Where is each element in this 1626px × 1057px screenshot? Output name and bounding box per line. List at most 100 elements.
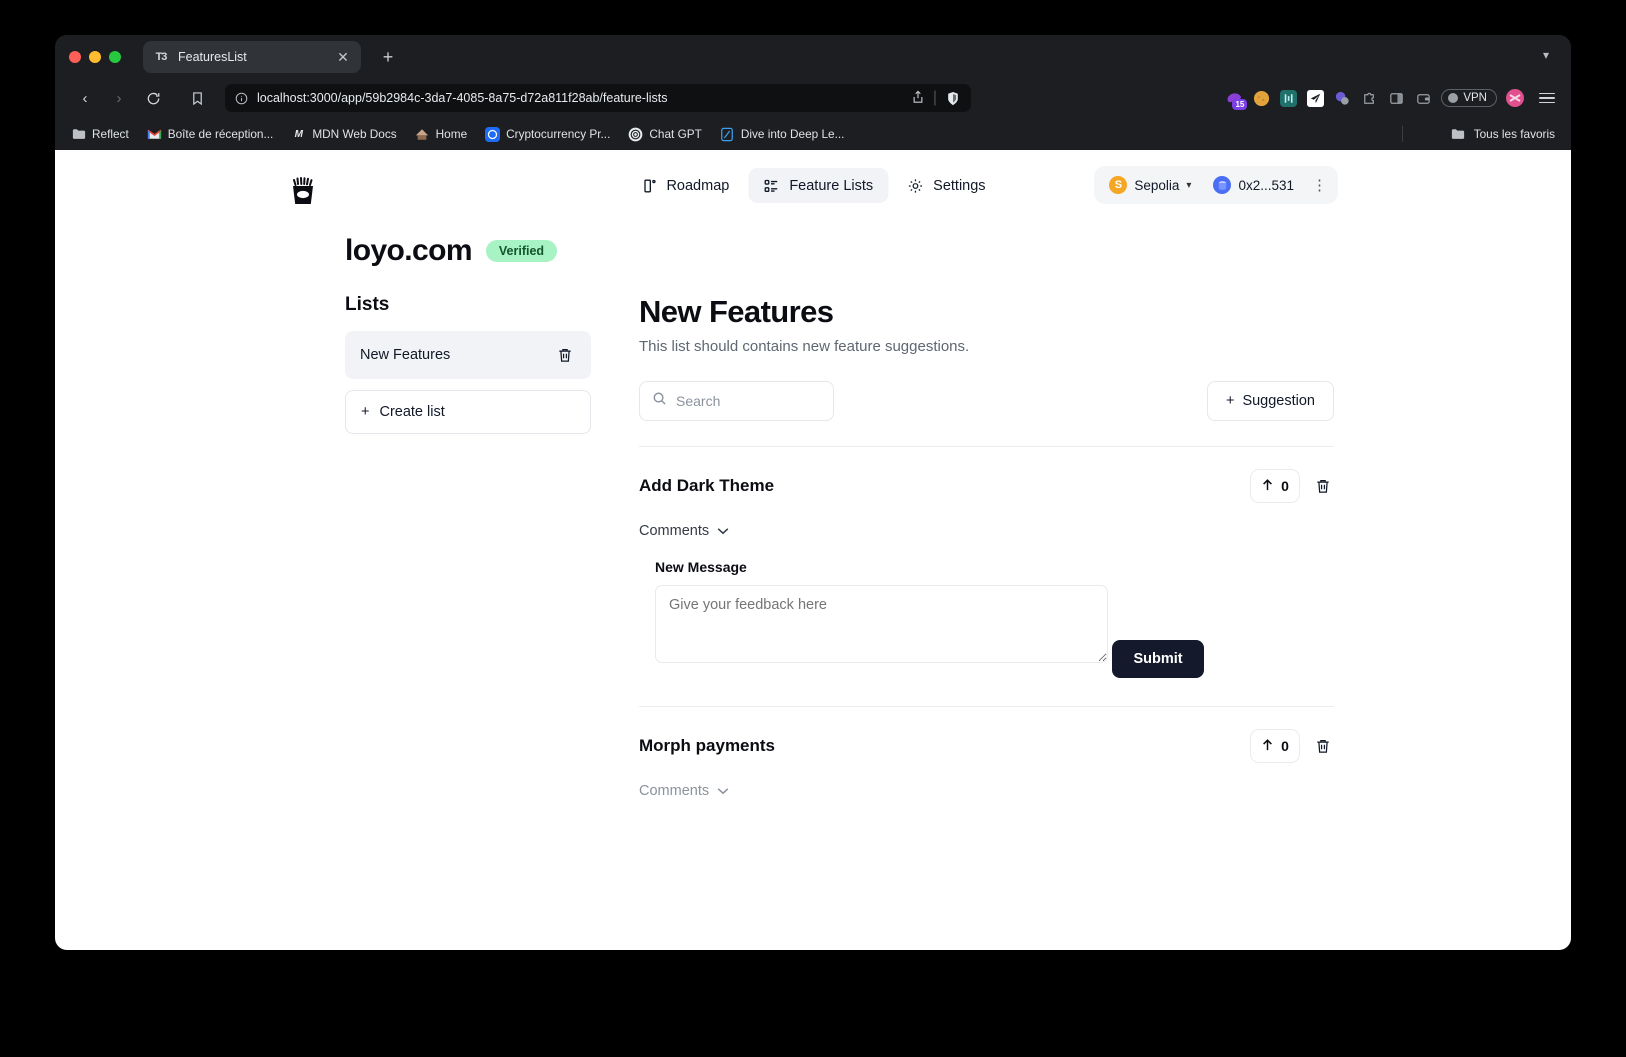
sidebar-item-label: New Features bbox=[360, 347, 451, 363]
vpn-label: VPN bbox=[1463, 92, 1487, 104]
traffic-lights bbox=[69, 50, 121, 63]
list-subtitle: This list should contains new feature su… bbox=[639, 338, 970, 355]
search-input[interactable]: Search bbox=[639, 381, 834, 421]
comments-label: Comments bbox=[639, 523, 710, 539]
submit-button[interactable]: Submit bbox=[1112, 640, 1204, 678]
coinmarketcap-icon bbox=[485, 126, 501, 142]
feature-header: Morph payments 0 bbox=[639, 729, 1334, 763]
app-navbar: Roadmap Feature Lists Settings S Sepolia… bbox=[55, 150, 1571, 212]
phantom-bars-icon[interactable] bbox=[1279, 89, 1297, 107]
all-bookmarks-label: Tous les favoris bbox=[1473, 127, 1555, 141]
chain-selector[interactable]: S Sepolia ▾ bbox=[1100, 171, 1200, 199]
feature-actions: 0 bbox=[1250, 729, 1334, 763]
tab-title: FeaturesList bbox=[178, 49, 247, 64]
back-arrow-icon[interactable]: ‹ bbox=[71, 84, 99, 112]
bookmark-label: MDN Web Docs bbox=[312, 127, 397, 141]
add-suggestion-label: Suggestion bbox=[1242, 393, 1315, 409]
hamburger-menu-icon[interactable] bbox=[1539, 92, 1555, 104]
address-bar[interactable]: localhost:3000/app/59b2984c-3da7-4085-8a… bbox=[225, 84, 971, 112]
wallet-controls: S Sepolia ▾ 0x2...531 ⋮ bbox=[1094, 166, 1338, 204]
new-message-textarea[interactable] bbox=[655, 585, 1108, 663]
bookmark-label: Dive into Deep Le... bbox=[740, 127, 845, 141]
bookmark-item-reflect[interactable]: Reflect bbox=[71, 127, 129, 142]
comments-toggle[interactable]: Comments bbox=[639, 523, 1334, 539]
chevron-down-icon[interactable]: ▾ bbox=[1543, 48, 1549, 62]
share-icon[interactable] bbox=[912, 90, 924, 107]
page-title: loyo.com bbox=[345, 234, 472, 267]
status-badge: Verified bbox=[485, 240, 558, 262]
t3-icon: T3 bbox=[155, 50, 168, 63]
close-window-button[interactable] bbox=[69, 50, 81, 63]
vpn-dot-icon bbox=[1448, 93, 1459, 103]
rabby-wallet-icon[interactable]: 15 bbox=[1225, 89, 1248, 110]
chevron-down-icon bbox=[717, 523, 729, 539]
sidebar-panel-icon[interactable] bbox=[1387, 89, 1405, 107]
d2l-icon bbox=[720, 127, 735, 142]
bookmark-label: Home bbox=[435, 127, 468, 141]
wallet-address-button[interactable]: 0x2...531 bbox=[1204, 171, 1303, 199]
plus-icon: + bbox=[1225, 393, 1235, 409]
upvote-button[interactable]: 0 bbox=[1250, 729, 1300, 763]
forward-arrow-icon[interactable]: › bbox=[105, 84, 133, 112]
minimize-window-button[interactable] bbox=[89, 50, 101, 63]
bookmark-item-d2l[interactable]: Dive into Deep Le... bbox=[720, 127, 845, 142]
bookmark-item-cryptocurrency[interactable]: Cryptocurrency Pr... bbox=[485, 126, 610, 142]
bookmark-item-chatgpt[interactable]: Chat GPT bbox=[628, 127, 702, 142]
chevron-down-icon bbox=[717, 783, 729, 799]
profile-avatar-icon[interactable] bbox=[1506, 89, 1524, 107]
create-list-label: Create list bbox=[379, 404, 445, 420]
telegram-send-icon[interactable] bbox=[1306, 89, 1324, 107]
home-icon bbox=[415, 127, 430, 142]
reload-icon[interactable] bbox=[139, 84, 167, 112]
metamask-icon[interactable] bbox=[1252, 89, 1270, 107]
comments-toggle[interactable]: Comments bbox=[639, 783, 1334, 799]
wallet-address-label: 0x2...531 bbox=[1238, 177, 1294, 193]
maximize-window-button[interactable] bbox=[109, 50, 121, 63]
comments-label: Comments bbox=[639, 783, 710, 799]
wallet-card-icon[interactable] bbox=[1414, 89, 1432, 107]
vote-count: 0 bbox=[1281, 738, 1289, 754]
upvote-button[interactable]: 0 bbox=[1250, 469, 1300, 503]
create-list-button[interactable]: + Create list bbox=[345, 390, 591, 434]
brave-shield-icon[interactable] bbox=[946, 91, 961, 106]
content-row: Lists New Features + Create list New Fea… bbox=[55, 294, 1571, 799]
bookmark-icon[interactable] bbox=[183, 84, 211, 112]
add-suggestion-button[interactable]: + Suggestion bbox=[1206, 381, 1334, 421]
nav-item-label: Settings bbox=[933, 177, 986, 194]
trash-icon[interactable] bbox=[554, 344, 576, 366]
nav-item-feature-lists[interactable]: Feature Lists bbox=[748, 168, 889, 203]
browser-toolbar: ‹ › localhost:3000/app/59b2984c-3da7-408… bbox=[55, 78, 1571, 118]
trash-icon[interactable] bbox=[1312, 735, 1334, 757]
info-circle-icon[interactable] bbox=[235, 92, 248, 105]
kebab-menu-icon[interactable]: ⋮ bbox=[1307, 178, 1332, 193]
extensions-puzzle-icon[interactable] bbox=[1360, 89, 1378, 107]
browser-tab[interactable]: T3 FeaturesList ✕ bbox=[143, 40, 361, 73]
plus-icon[interactable]: + bbox=[377, 46, 399, 68]
bookmark-item-home[interactable]: Home bbox=[415, 127, 467, 142]
extension-toolbar: 15 VPN bbox=[1207, 89, 1555, 110]
list-toolbar: Search + Suggestion bbox=[639, 381, 1334, 421]
vpn-toggle[interactable]: VPN bbox=[1441, 89, 1497, 107]
folder-icon bbox=[71, 127, 86, 142]
all-bookmarks-button[interactable]: Tous les favoris bbox=[1451, 127, 1555, 142]
close-icon[interactable]: ✕ bbox=[335, 49, 351, 65]
nav-item-label: Roadmap bbox=[666, 177, 730, 194]
tab-strip: T3 FeaturesList ✕ + ▾ bbox=[55, 35, 1571, 78]
account-avatar-icon bbox=[1213, 176, 1232, 194]
sidebar-item-new-features[interactable]: New Features bbox=[345, 331, 591, 379]
sidebar-title: Lists bbox=[345, 294, 390, 315]
trash-icon[interactable] bbox=[1312, 475, 1334, 497]
fries-basket-logo[interactable] bbox=[290, 177, 316, 207]
copilot-icon[interactable] bbox=[1333, 89, 1351, 107]
new-message-block: New Message Submit bbox=[655, 559, 1334, 678]
nav-item-roadmap[interactable]: Roadmap bbox=[625, 168, 744, 203]
chain-label: Sepolia bbox=[1134, 177, 1180, 193]
bookmark-item-gmail[interactable]: Boîte de réception... bbox=[147, 127, 273, 142]
vote-count: 0 bbox=[1281, 478, 1289, 494]
gear-icon bbox=[907, 177, 924, 194]
nav-item-settings[interactable]: Settings bbox=[892, 168, 1000, 203]
url-text: localhost:3000/app/59b2984c-3da7-4085-8a… bbox=[257, 91, 668, 105]
feature-header: Add Dark Theme 0 bbox=[639, 469, 1334, 503]
bookmark-item-mdn[interactable]: M MDN Web Docs bbox=[291, 127, 397, 142]
main-nav: Roadmap Feature Lists Settings bbox=[625, 168, 1000, 203]
